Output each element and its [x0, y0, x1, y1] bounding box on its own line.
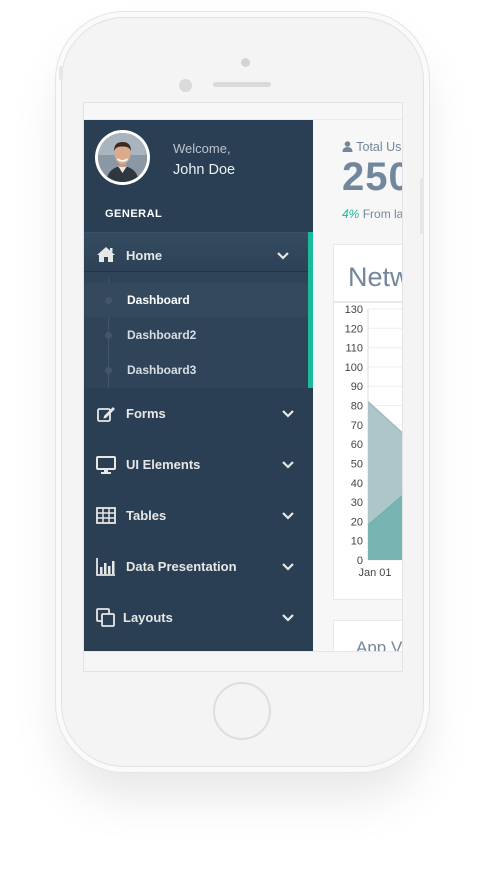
panel-title: Netw [348, 262, 402, 292]
sidebar-item-label: Data Presentation [126, 559, 237, 574]
submenu-dot [105, 297, 112, 304]
chevron-down-icon[interactable] [281, 611, 295, 625]
welcome-text: Welcome, [173, 141, 231, 156]
home-icon [97, 247, 115, 262]
sidebar-item-label: Tables [126, 508, 167, 523]
sidebar-subitem-dashboard[interactable]: Dashboard [84, 283, 308, 317]
y-tick-label: 80 [351, 401, 363, 413]
y-tick-label: 100 [345, 362, 363, 374]
sidebar-subitem-label: Dashboard3 [127, 363, 197, 377]
submenu-dot [105, 332, 112, 339]
y-tick-label: 120 [345, 323, 363, 335]
sidebar-item-ui-elements[interactable]: UI Elements [84, 445, 308, 485]
sidebar-item-label: UI Elements [126, 457, 201, 472]
sidebar-item-tables[interactable]: Tables [84, 496, 308, 536]
y-tick-label: 10 [351, 536, 363, 548]
sidebar-item-label: Forms [126, 406, 166, 421]
y-tick-label: 90 [351, 381, 363, 393]
panel-title: App V [356, 638, 403, 651]
chevron-down-icon[interactable] [281, 407, 295, 421]
y-tick-label: 30 [351, 497, 363, 509]
desktop-icon [96, 456, 116, 474]
stat-value: 250 [342, 155, 402, 199]
edit-icon [97, 407, 115, 422]
camera-dot [241, 58, 250, 67]
submenu-dot [105, 367, 112, 374]
screen: Welcome, John Doe GENERAL Home Dashboard [83, 102, 403, 672]
screen-bottom-strip [84, 651, 402, 671]
stat-label-text: Total Us [356, 140, 402, 154]
screen-top-strip [84, 103, 402, 120]
stat-change: 4% From la [342, 207, 403, 221]
stat-change-text: From la [362, 207, 403, 221]
user-name: John Doe [173, 162, 236, 178]
sidebar-subitem-label: Dashboard2 [127, 328, 197, 342]
menu-group-home: Home Dashboard Dashboard2 Dashboard3 [84, 232, 313, 388]
y-tick-label: 130 [345, 304, 363, 316]
sidebar-item-label: Layouts [123, 610, 173, 625]
network-chart: 0 10 20 30 40 50 60 70 80 90 100 110 120 130 Jan 01 [345, 304, 402, 579]
sidebar-item-data-presentation[interactable]: Data Presentation [84, 547, 308, 587]
avatar-photo [98, 133, 147, 182]
y-tick-label: 60 [351, 439, 363, 451]
avatar[interactable] [95, 130, 150, 185]
y-tick-label: 110 [345, 343, 363, 355]
chevron-down-icon[interactable] [276, 249, 290, 263]
app-panel: App V [333, 620, 403, 651]
y-tick-label: 0 [357, 555, 363, 567]
front-camera [179, 79, 192, 92]
sidebar-subitem-dashboard3[interactable]: Dashboard3 [84, 353, 308, 387]
chevron-down-icon[interactable] [281, 458, 295, 472]
y-tick-label: 40 [351, 478, 363, 490]
main-content: Total Us 250 4% From la Netw 0 10 20 30 40 50… [313, 120, 403, 651]
section-title: GENERAL [105, 208, 163, 220]
stat-label: Total Us [342, 140, 401, 154]
sidebar-item-home[interactable]: Home [84, 232, 308, 272]
phone-power-button [420, 178, 424, 234]
sidebar-item-layouts[interactable]: Layouts [84, 598, 308, 638]
chevron-down-icon[interactable] [281, 560, 295, 574]
chevron-down-icon[interactable] [281, 509, 295, 523]
bar-chart-icon [96, 558, 115, 576]
table-icon [96, 507, 116, 524]
network-panel: Netw 0 10 20 30 40 50 60 70 80 90 100 110 120 130 Jan … [333, 244, 402, 600]
sidebar-subitem-dashboard2[interactable]: Dashboard2 [84, 318, 308, 352]
sidebar-item-forms[interactable]: Forms [84, 394, 308, 434]
sidebar-item-label: Home [126, 248, 163, 263]
home-button[interactable] [213, 682, 271, 740]
stat-change-pct: 4% [342, 207, 360, 221]
speaker-grille [213, 82, 271, 87]
y-tick-label: 20 [351, 516, 363, 528]
clone-icon [96, 608, 115, 627]
y-tick-label: 50 [351, 458, 363, 470]
y-tick-label: 70 [351, 420, 363, 432]
sidebar-subitem-label: Dashboard [127, 293, 190, 307]
phone-side-button [59, 66, 63, 80]
sidebar: Welcome, John Doe GENERAL Home Dashboard [84, 120, 313, 651]
user-icon [342, 141, 353, 152]
x-tick-label: Jan 01 [358, 567, 391, 579]
